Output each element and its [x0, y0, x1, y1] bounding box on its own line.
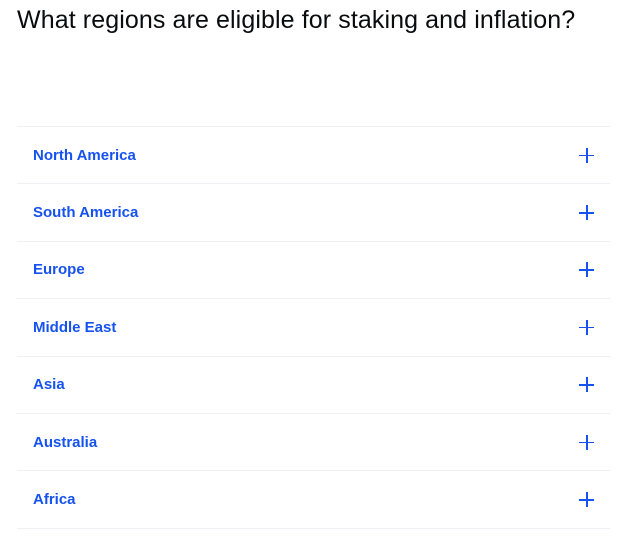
accordion-item-label: Middle East: [33, 318, 117, 336]
accordion-item-australia[interactable]: Australia: [17, 414, 610, 472]
accordion-item-asia[interactable]: Asia: [17, 357, 610, 414]
plus-icon[interactable]: [579, 434, 594, 450]
regions-accordion: North America South America Europe Middl…: [17, 126, 610, 529]
accordion-item-south-america[interactable]: South America: [17, 184, 610, 242]
accordion-item-label: North America: [33, 146, 136, 164]
plus-icon[interactable]: [579, 262, 594, 278]
accordion-item-label: Africa: [33, 491, 76, 509]
plus-icon[interactable]: [579, 147, 594, 163]
page-title: What regions are eligible for staking an…: [17, 6, 576, 34]
accordion-item-north-america[interactable]: North America: [17, 127, 610, 185]
accordion-item-africa[interactable]: Africa: [17, 471, 610, 529]
plus-icon[interactable]: [579, 492, 594, 508]
accordion-item-label: Australia: [33, 433, 98, 451]
accordion-item-europe[interactable]: Europe: [17, 242, 610, 300]
accordion-item-label: Asia: [33, 376, 65, 394]
accordion-item-label: South America: [33, 204, 139, 222]
plus-icon[interactable]: [579, 319, 594, 335]
plus-icon[interactable]: [579, 377, 594, 393]
accordion-item-middle-east[interactable]: Middle East: [17, 299, 610, 357]
plus-icon[interactable]: [579, 205, 594, 221]
accordion-item-label: Europe: [33, 261, 85, 279]
